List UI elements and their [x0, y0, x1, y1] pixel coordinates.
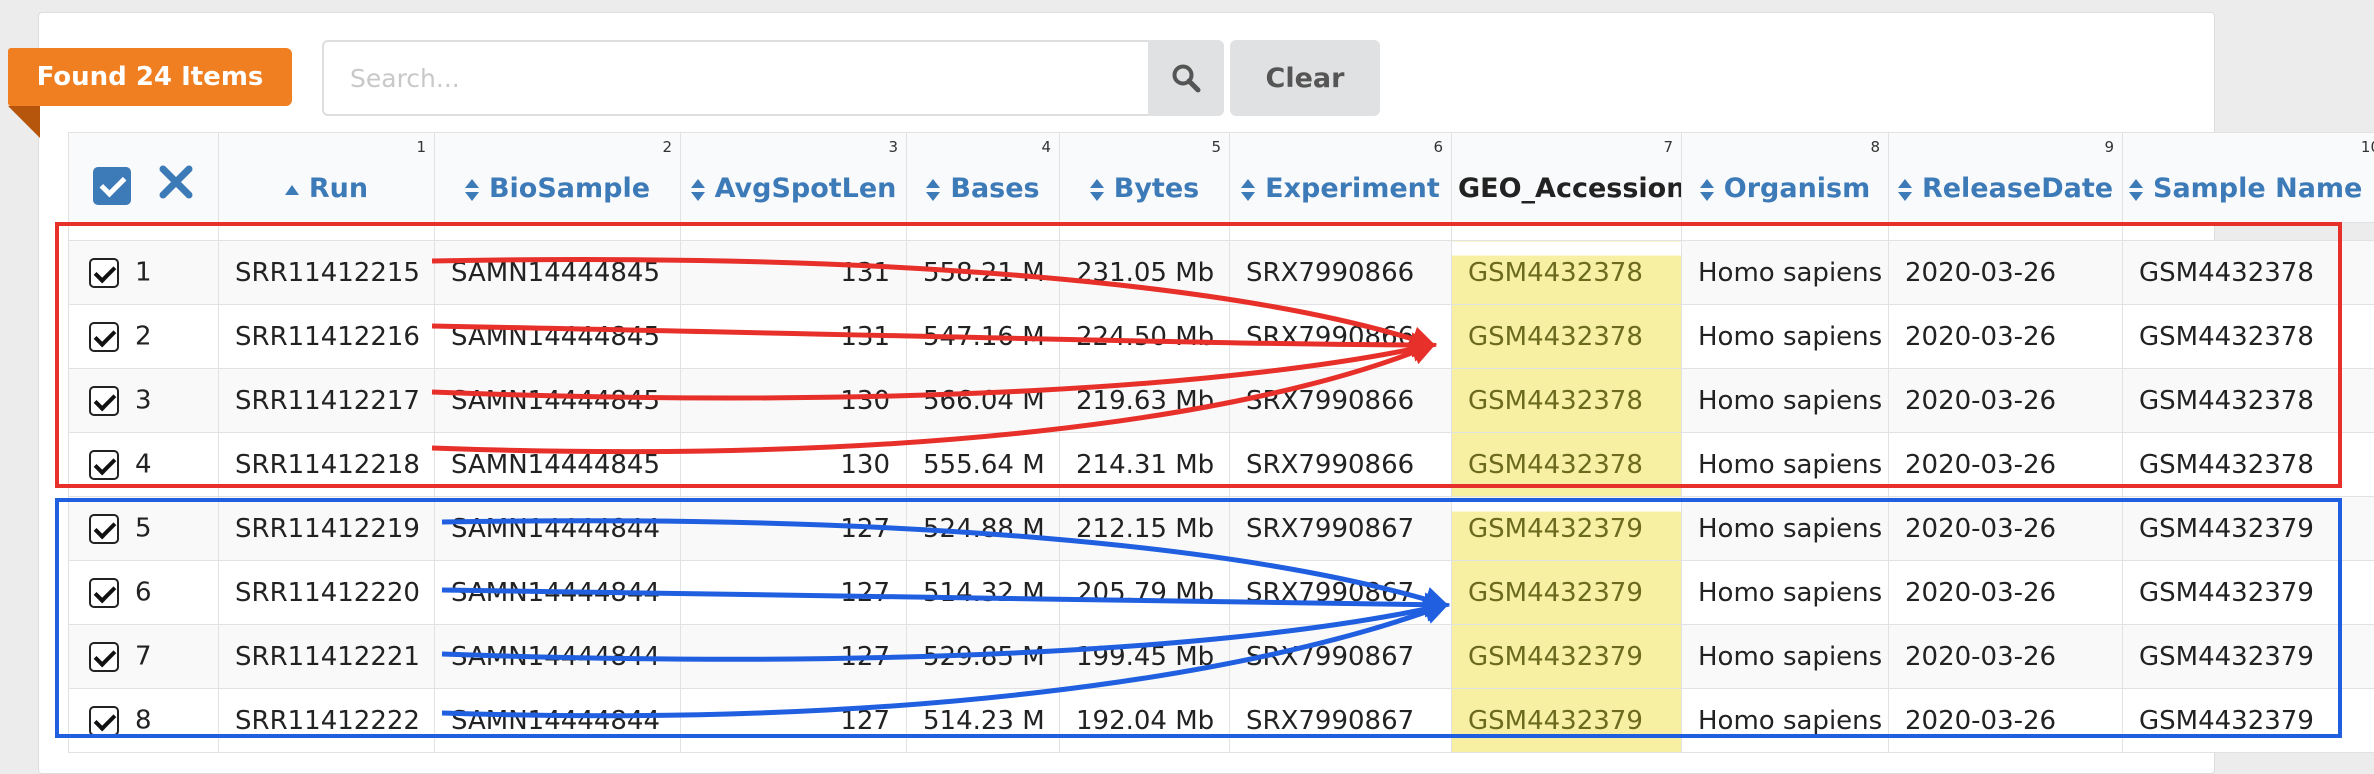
arrow-row-2	[432, 326, 1432, 345]
group-box-gsm4432378	[57, 224, 2340, 486]
annotation-overlay	[0, 0, 2374, 752]
arrow-row-1	[432, 260, 1432, 345]
arrow-row-6	[442, 590, 1445, 605]
group-box-gsm4432379	[57, 500, 2340, 736]
